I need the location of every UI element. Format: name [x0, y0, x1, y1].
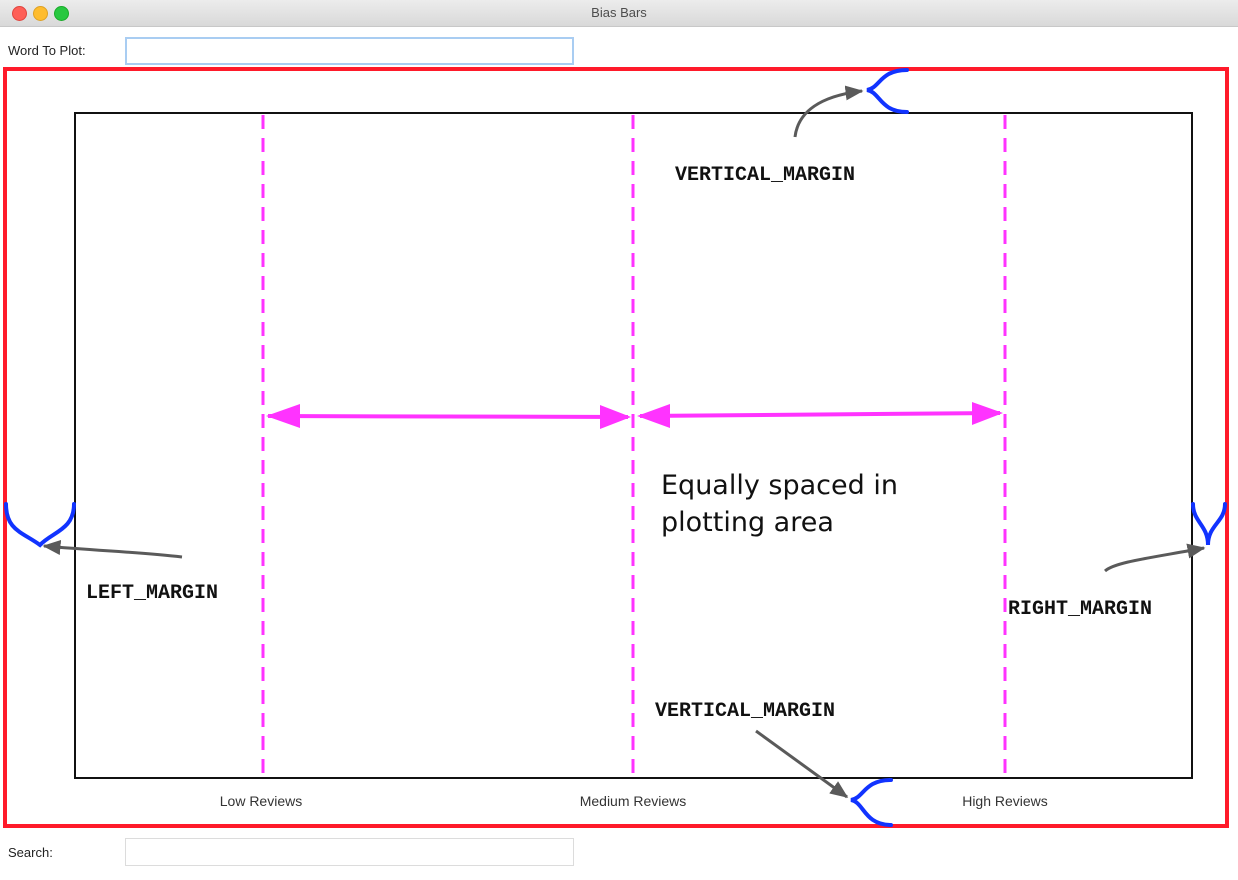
arrowhead-left-icon [637, 404, 670, 428]
spacing-arrow-right [637, 402, 1003, 428]
search-input[interactable] [126, 839, 573, 865]
right-margin-brace-icon [1191, 502, 1227, 546]
category-label-low: Low Reviews [220, 793, 302, 809]
spacing-arrow-left [266, 404, 631, 429]
bottom-margin-label: VERTICAL_MARGIN [655, 700, 835, 723]
right-margin-label: RIGHT_MARGIN [1008, 598, 1152, 621]
category-label-medium: Medium Reviews [580, 793, 687, 809]
top-margin-label: VERTICAL_MARGIN [675, 164, 855, 187]
category-label-high: High Reviews [962, 793, 1048, 809]
search-input-container[interactable] [125, 838, 574, 866]
arrowhead-left-icon [266, 404, 300, 428]
spacing-note-line1: Equally spaced in [661, 470, 898, 501]
arrowhead-right-icon [600, 405, 631, 429]
plot-canvas: Equally spaced in plotting area VERTICAL… [3, 67, 1229, 828]
right-margin-pointer-arrow [1103, 543, 1206, 573]
spacing-note-line2: plotting area [661, 507, 834, 538]
bottom-margin-pointer-arrow [755, 729, 849, 799]
left-margin-brace-icon [4, 502, 76, 548]
left-margin-pointer-arrow [42, 539, 183, 559]
search-label: Search: [8, 845, 53, 860]
bottom-margin-brace-icon [850, 778, 893, 827]
left-margin-label: LEFT_MARGIN [86, 582, 218, 605]
canvas-border [3, 67, 1229, 828]
arrowhead-right-icon [972, 402, 1003, 425]
top-margin-brace-icon [866, 68, 909, 114]
